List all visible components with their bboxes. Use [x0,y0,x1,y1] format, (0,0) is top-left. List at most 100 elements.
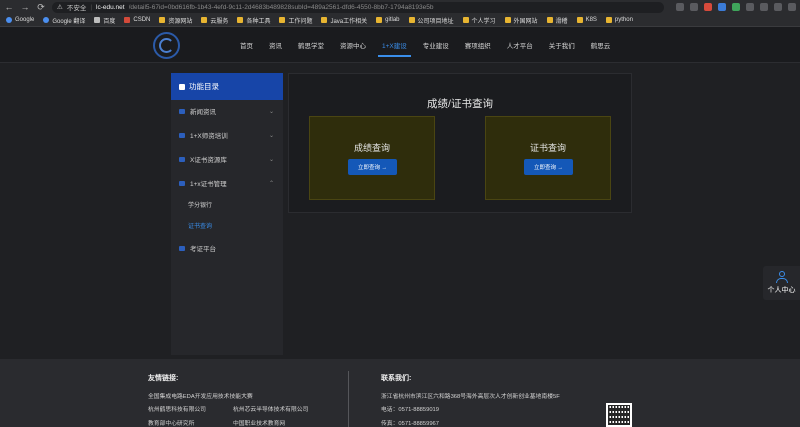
contact-fax: 传真：0571-88859967 [381,421,440,427]
folder-icon [179,108,185,114]
chevron-down-icon: ⌄ [268,108,274,115]
nav-item-news[interactable]: 资讯 [261,27,290,63]
footer-link[interactable]: 杭州鹤思科技有限公司 [148,404,206,413]
nav-item-contest[interactable]: 赛项组织 [457,27,499,63]
folder-icon [504,17,511,23]
bookmark-folder[interactable]: python [605,17,633,23]
sidebar-toggle-icon[interactable] [760,3,768,11]
logo-mark [159,38,174,53]
bookmark[interactable]: Google [6,17,34,23]
nav-item-about[interactable]: 关于我们 [541,27,583,63]
nav-item-academy[interactable]: 鹤思学堂 [290,27,332,63]
contact-title: 联系我们: [381,375,412,382]
folder-icon [179,180,185,186]
sidebar-item-exam-platform[interactable]: 考证平台 [171,241,283,255]
extension-icon[interactable] [704,3,712,11]
bookmark-folder[interactable]: 外国网站 [504,16,538,25]
footer-link[interactable]: 教育部中心研究所 [148,418,194,427]
url-path: /detail5-67id=0bd616fb-1b43-4efd-9c11-2d… [128,3,434,11]
sidebar-item-news[interactable]: 新闻资讯 ⌄ [171,104,283,118]
google-icon [6,17,12,23]
personal-center-button[interactable]: 个人中心 [763,266,800,300]
links-title: 友情链接: [148,375,179,382]
bookmark[interactable]: 百度 [94,16,115,25]
folder-icon [179,156,185,162]
card-title: 证书查询 [529,143,566,153]
nav-item-home[interactable]: 首页 [232,27,261,63]
main-content: 功能目录 新闻资讯 ⌄ 1+X师资培训 ⌄ X证书资源库 ⌄ 1+x证书管理 ⌃… [0,63,800,363]
bookmark-folder[interactable]: 个人学习 [462,16,496,25]
bookmark-folder[interactable]: K8S [576,17,597,23]
csdn-icon [124,17,131,23]
nav-item-talent[interactable]: 人才平台 [499,27,541,63]
menu-icon[interactable] [788,3,796,11]
bookmark-folder[interactable]: 滑稽 [546,16,568,25]
nav-item-resources[interactable]: 资源中心 [332,27,374,63]
site-logo[interactable] [153,32,180,59]
bookmarks-bar: Google Google 翻译 百度 CSDN 资源网站 云服务 各种工具 工… [0,14,800,27]
security-label: 不安全 [66,5,87,12]
bookmark-folder[interactable]: 资源网站 [159,16,192,25]
bookmark-folder[interactable]: gitlab [376,17,400,23]
card-title: 成绩查询 [353,143,390,153]
folder-icon [546,17,553,23]
cert-query-card: 证书查询 立即查询 → [485,116,611,200]
sidebar-subitem-cert-query[interactable]: 证书查询 [171,219,283,231]
extension-icon[interactable] [732,3,740,11]
reload-icon[interactable]: ⟳ [36,2,46,12]
bookmark-folder[interactable]: 公司项目地址 [408,16,454,25]
site-footer: 友情链接: 全国集成电路EDA开发应用技术技能大赛 杭州鹤思科技有限公司 杭州芯… [0,359,800,427]
star-icon[interactable] [690,3,698,11]
sidebar-item-training[interactable]: 1+X师资培训 ⌄ [171,128,283,142]
baidu-icon [94,17,101,23]
folder-icon [179,132,185,138]
main-nav: 首页 资讯 鹤思学堂 资源中心 1+X建设 专业建设 赛项组织 人才平台 关于我… [232,27,618,63]
bookmark[interactable]: CSDN [124,17,150,23]
folder-icon [321,17,328,23]
bookmark-folder[interactable]: Java工作相关 [321,16,367,25]
query-panel: 成绩/证书查询 成绩查询 立即查询 → 证书查询 立即查询 → [288,73,632,213]
share-icon[interactable] [676,3,684,11]
folder-icon [159,17,166,23]
forward-icon[interactable]: → [20,2,30,12]
google-translate-icon [43,17,50,23]
bookmark-folder[interactable]: 云服务 [201,16,228,25]
folder-icon [179,245,185,251]
cert-query-button[interactable]: 立即查询 → [524,159,573,175]
profile-icon[interactable] [774,3,782,11]
chevron-down-icon: ⌄ [268,132,274,139]
contact-address: 浙江省杭州市滨江区六和路368号海外高层次人才创新创业基地南楼5F [381,394,560,400]
bookmark-folder[interactable]: 工作问题 [279,16,312,25]
extension-icon[interactable] [718,3,726,11]
contact-phone: 电话：0571-88859019 [381,407,440,413]
url-input[interactable]: ⚠ 不安全 | lc-edu.net/detail5-67id=0bd616fb… [52,1,664,13]
nav-item-1x[interactable]: 1+X建设 [374,27,415,63]
folder-icon [237,17,244,23]
function-sidebar: 功能目录 新闻资讯 ⌄ 1+X师资培训 ⌄ X证书资源库 ⌄ 1+x证书管理 ⌃… [171,73,283,355]
sidebar-item-resource-library[interactable]: X证书资源库 ⌄ [171,152,283,166]
folder-icon [576,17,583,23]
score-query-button[interactable]: 立即查询 → [348,159,397,175]
sidebar-subitem-credit-bank[interactable]: 学分银行 [171,198,283,210]
bookmark-folder[interactable]: 各种工具 [237,16,270,25]
personal-center-label: 个人中心 [767,287,796,294]
footer-link[interactable]: 杭州芯云半导体技术有限公司 [233,404,308,413]
folder-icon [376,17,383,23]
bookmark[interactable]: Google 翻译 [43,16,85,25]
puzzle-icon[interactable] [746,3,754,11]
folder-icon [462,17,469,23]
sidebar-header: 功能目录 [171,73,283,100]
qr-code-image [606,403,632,427]
chevron-down-icon: ⌄ [268,156,274,163]
folder-icon [279,17,286,23]
nav-item-cloud[interactable]: 鹤思云 [583,27,619,63]
folder-icon [408,17,415,23]
warning-icon: ⚠ [57,4,63,11]
nav-item-major[interactable]: 专业建设 [415,27,457,63]
score-query-card: 成绩查询 立即查询 → [309,116,435,200]
footer-link[interactable]: 全国集成电路EDA开发应用技术技能大赛 [148,391,253,400]
footer-link[interactable]: 中国职业技术教育网 [233,418,285,427]
sidebar-item-cert-management[interactable]: 1+x证书管理 ⌃ [171,176,283,190]
folder-icon [605,17,612,23]
back-icon[interactable]: ← [4,2,14,12]
